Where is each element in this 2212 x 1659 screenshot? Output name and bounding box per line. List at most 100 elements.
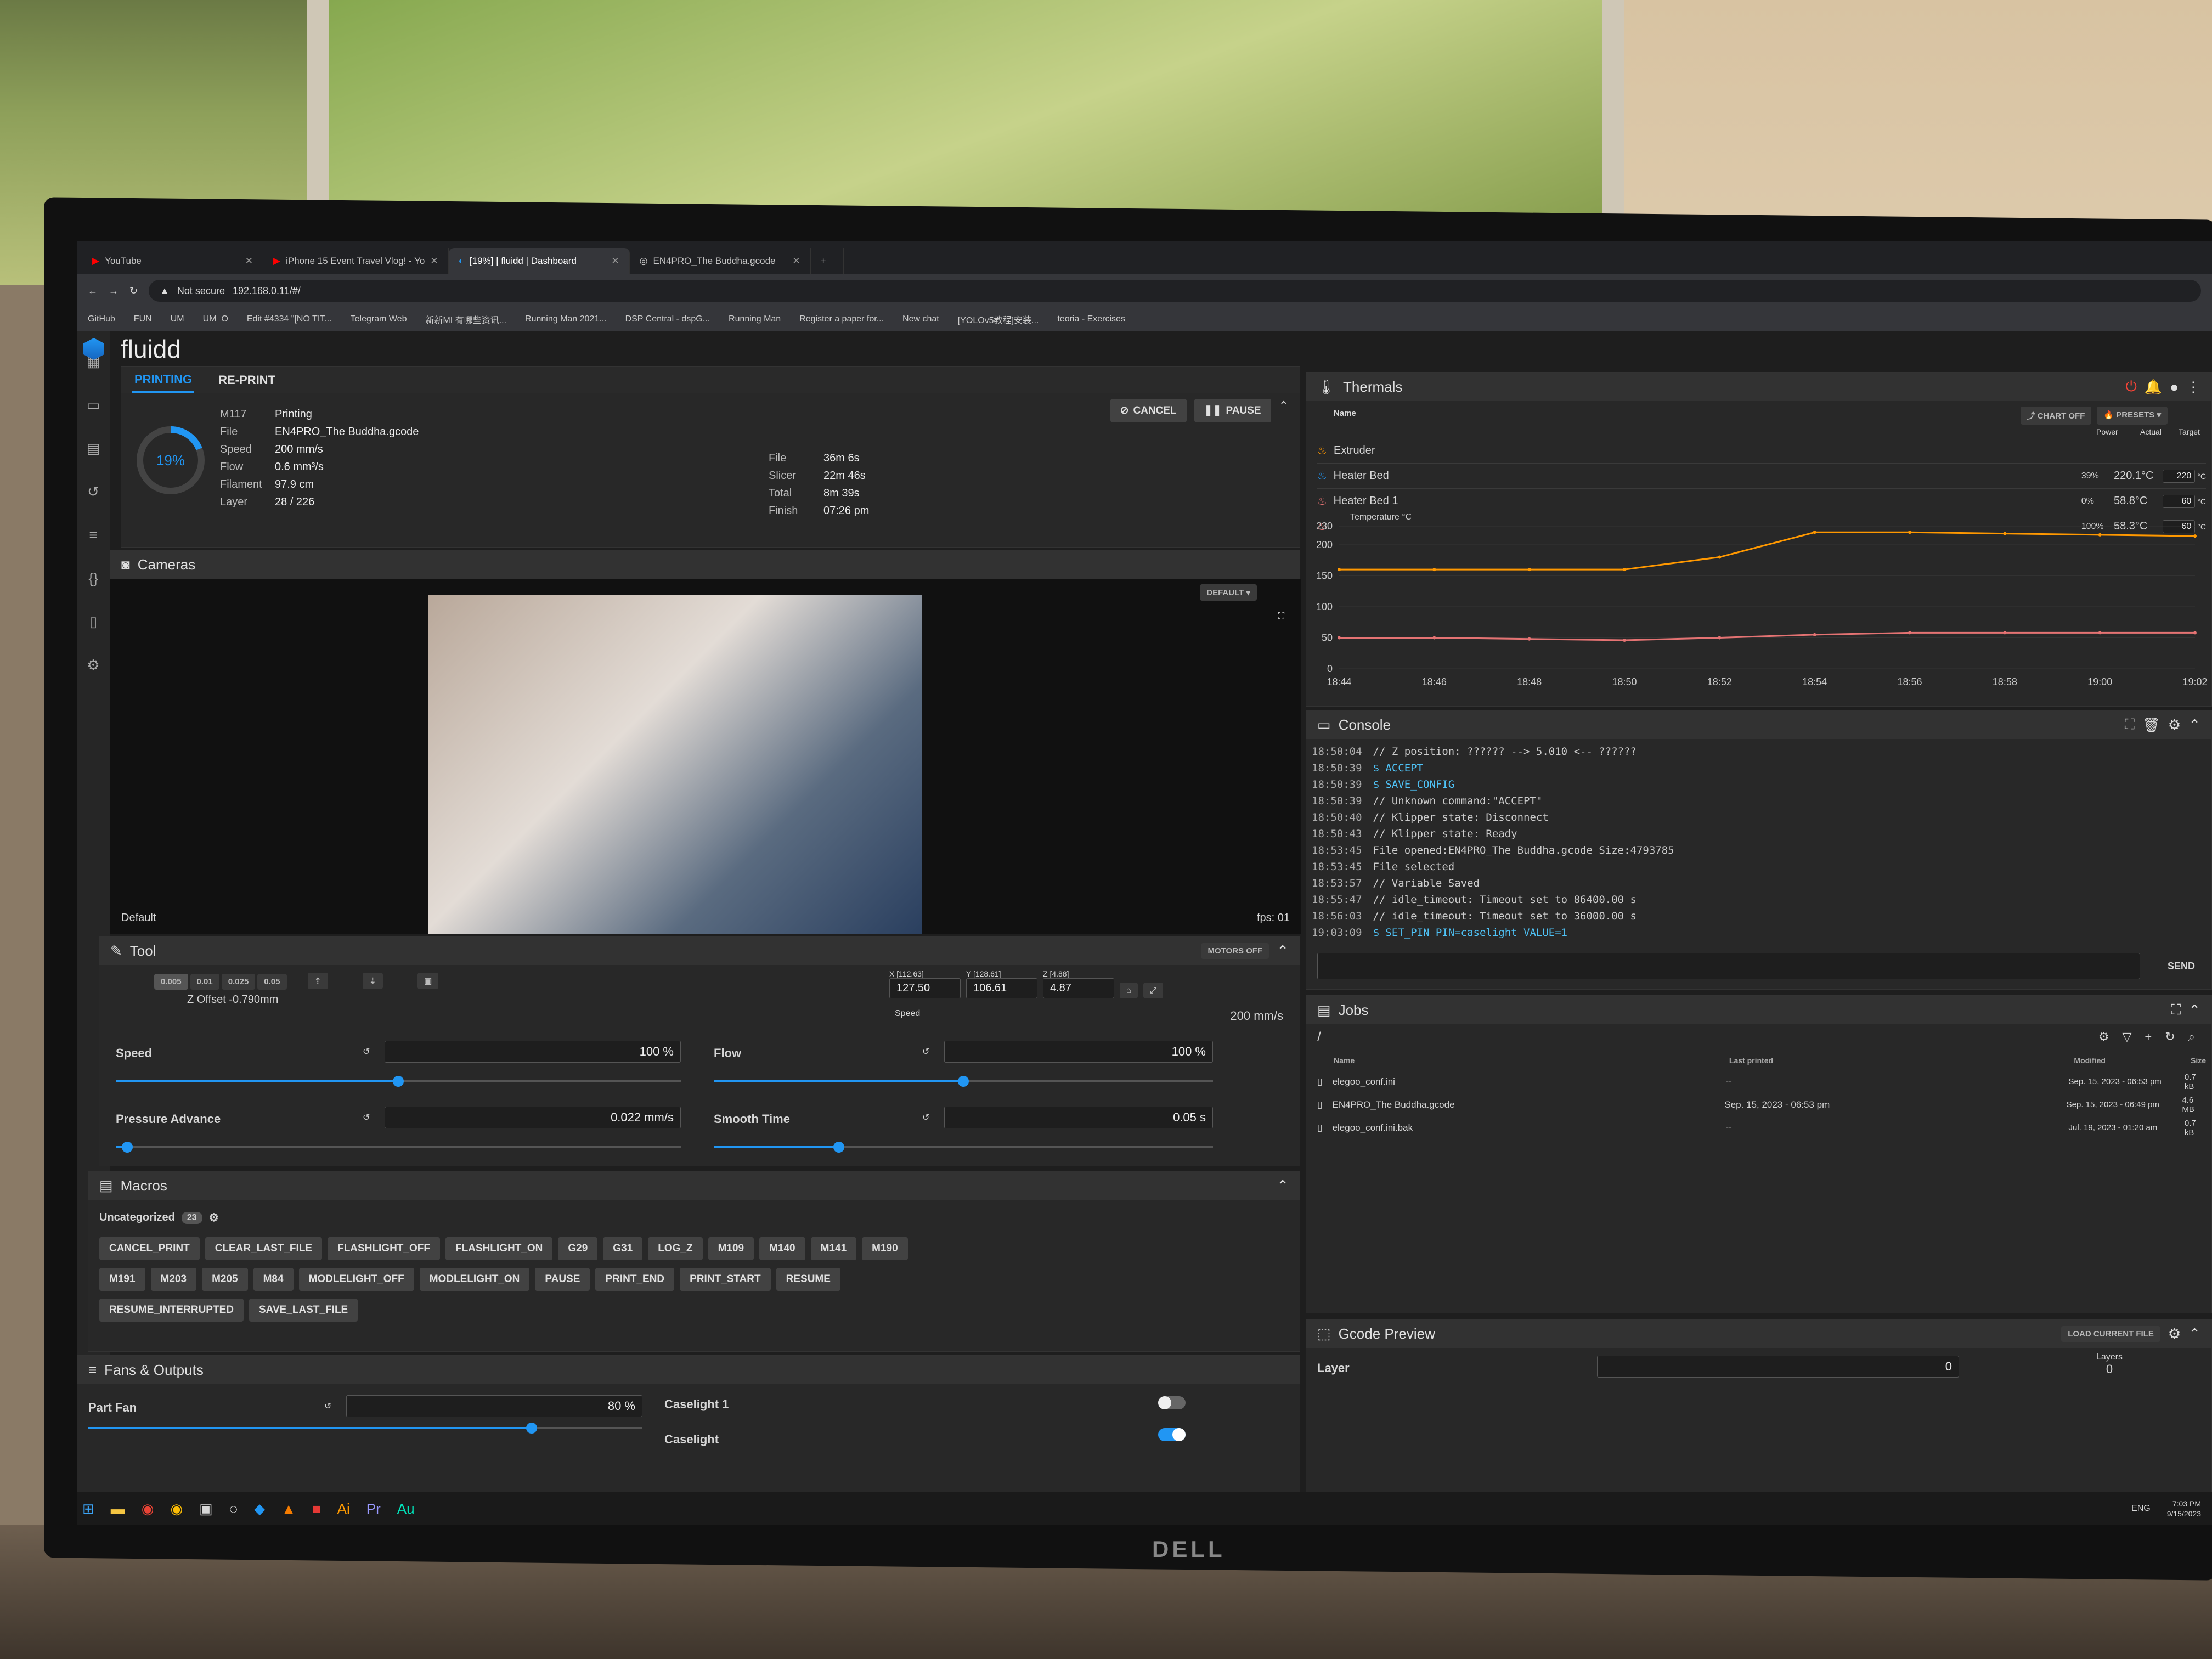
bookmark-item[interactable]: Running Man bbox=[729, 314, 781, 324]
table-row[interactable]: ▯ elegoo_conf.ini.bak -- Jul. 19, 2023 - 01… bbox=[1317, 1116, 2206, 1139]
move-button[interactable]: ⤢ bbox=[1143, 983, 1164, 998]
bookmark-item[interactable]: Edit #4334 "[NO TIT... bbox=[247, 314, 332, 324]
x-position-field[interactable]: 127.50 bbox=[889, 978, 961, 998]
macro-button[interactable]: SAVE_LAST_FILE bbox=[249, 1299, 358, 1322]
macro-button[interactable]: M203 bbox=[150, 1268, 197, 1291]
smooth-time-slider[interactable] bbox=[714, 1142, 1213, 1153]
slider-knob[interactable] bbox=[958, 1076, 969, 1087]
search-icon[interactable]: ⌕ bbox=[2188, 1030, 2195, 1044]
macro-button[interactable]: CANCEL_PRINT bbox=[99, 1237, 200, 1260]
macro-button[interactable]: M191 bbox=[99, 1268, 145, 1291]
col-size[interactable]: Size bbox=[2191, 1056, 2206, 1065]
audition-icon[interactable]: Au bbox=[397, 1500, 415, 1517]
heater-row[interactable]: ♨ Heater Bed 39% 220.1°C 220 °C bbox=[1317, 464, 2206, 489]
start-icon[interactable]: ⊞ bbox=[82, 1500, 94, 1517]
collapse-icon[interactable]: ⌃ bbox=[1277, 1177, 1289, 1194]
settings-icon[interactable]: ⚙ bbox=[2098, 1030, 2109, 1044]
console-message[interactable]: $ SET_PIN PIN=caselight VALUE=1 bbox=[1373, 924, 1568, 941]
console-input[interactable] bbox=[1317, 953, 2140, 979]
premiere-icon[interactable]: Pr bbox=[366, 1500, 381, 1517]
system-icon[interactable]: ▯ bbox=[89, 613, 97, 630]
chart-off-button[interactable]: ⤴ CHART OFF bbox=[2020, 407, 2092, 425]
z-down-button[interactable]: ⇣ bbox=[363, 973, 383, 989]
console-icon[interactable]: ▭ bbox=[87, 397, 100, 414]
add-icon[interactable]: + bbox=[2145, 1030, 2152, 1044]
bookmark-item[interactable]: UM_O bbox=[203, 314, 228, 324]
collapse-icon[interactable]: ⌃ bbox=[1277, 943, 1289, 960]
smooth-time-field[interactable]: 0.05 s bbox=[944, 1107, 1213, 1128]
close-icon[interactable]: ✕ bbox=[611, 256, 619, 267]
collapse-icon[interactable]: ⌃ bbox=[1279, 399, 1289, 422]
expand-icon[interactable]: ⛶ bbox=[2125, 716, 2135, 733]
home-button[interactable]: ⌂ bbox=[1120, 983, 1138, 998]
collapse-icon[interactable]: ⌃ bbox=[2188, 1002, 2200, 1019]
reset-icon[interactable]: ↺ bbox=[324, 1401, 331, 1412]
macro-button[interactable]: RESUME bbox=[776, 1268, 840, 1291]
flow-factor-slider[interactable] bbox=[714, 1076, 1213, 1087]
macro-button[interactable]: LOG_Z bbox=[648, 1237, 703, 1260]
history-icon[interactable]: ↺ bbox=[87, 483, 99, 500]
close-icon[interactable]: ✕ bbox=[792, 256, 800, 267]
console-message[interactable]: $ SAVE_CONFIG bbox=[1373, 776, 1455, 793]
config-icon[interactable]: {} bbox=[88, 570, 98, 587]
table-row[interactable]: ▯ EN4PRO_The Buddha.gcode Sep. 15, 2023 - … bbox=[1317, 1093, 2206, 1116]
bookmark-item[interactable]: 新新MI 有哪些资讯... bbox=[425, 313, 506, 326]
col-name[interactable]: Name bbox=[1317, 1056, 1729, 1065]
macro-button[interactable]: G31 bbox=[603, 1237, 643, 1260]
console-message[interactable]: $ ACCEPT bbox=[1373, 760, 1424, 776]
col-modified[interactable]: Modified bbox=[2074, 1056, 2191, 1065]
browser-tab[interactable]: ◎ EN4PRO_The Buddha.gcode ✕ bbox=[630, 248, 811, 274]
filter-icon[interactable]: ▽ bbox=[2122, 1030, 2131, 1044]
heater-row[interactable]: ♨ Extruder bbox=[1317, 438, 2206, 464]
gear-icon[interactable]: ⚙ bbox=[2168, 1325, 2181, 1342]
motors-off-button[interactable]: MOTORS OFF bbox=[1201, 943, 1269, 959]
collapse-icon[interactable]: ⌃ bbox=[2188, 716, 2200, 733]
bookmark-item[interactable]: DSP Central - dspG... bbox=[625, 314, 710, 324]
tab-reprint[interactable]: RE-PRINT bbox=[218, 373, 275, 387]
z-step-button[interactable]: 0.025 bbox=[221, 974, 256, 990]
macro-button[interactable]: M205 bbox=[202, 1268, 248, 1291]
presets-button[interactable]: 🔥 PRESETS ▾ bbox=[2097, 407, 2168, 425]
bookmark-item[interactable]: Register a paper for... bbox=[799, 314, 884, 324]
send-button[interactable]: SEND bbox=[2168, 961, 2195, 972]
reset-icon[interactable]: ↺ bbox=[363, 1112, 370, 1123]
caselight1-toggle[interactable] bbox=[1158, 1396, 1186, 1409]
browser-tab[interactable]: ▶ iPhone 15 Event Travel Vlog! - Yo ✕ bbox=[263, 248, 449, 274]
y-position-field[interactable]: 106.61 bbox=[966, 978, 1037, 998]
pressure-advance-field[interactable]: 0.022 mm/s bbox=[385, 1107, 681, 1128]
col-last-printed[interactable]: Last printed bbox=[1729, 1056, 2074, 1065]
close-icon[interactable]: ✕ bbox=[245, 256, 253, 267]
reset-icon[interactable]: ↺ bbox=[922, 1112, 929, 1123]
macro-button[interactable]: FLASHLIGHT_OFF bbox=[328, 1237, 440, 1260]
bookmark-item[interactable]: GitHub bbox=[88, 314, 115, 324]
illustrator-icon[interactable]: Ai bbox=[337, 1500, 350, 1517]
app-icon[interactable]: ◌ bbox=[229, 1500, 238, 1517]
heater-target-field[interactable]: 60 bbox=[2162, 494, 2196, 508]
macro-button[interactable]: RESUME_INTERRUPTED bbox=[99, 1299, 244, 1322]
expand-icon[interactable]: ⛶ bbox=[2171, 1001, 2181, 1019]
z-step-button[interactable]: 0.05 bbox=[257, 974, 287, 990]
table-row[interactable]: ▯ elegoo_conf.ini -- Sep. 15, 2023 - 06:53 … bbox=[1317, 1070, 2206, 1093]
gear-icon[interactable]: ⚙ bbox=[209, 1211, 219, 1224]
macro-button[interactable]: M84 bbox=[253, 1268, 294, 1291]
caselight-toggle[interactable] bbox=[1158, 1428, 1186, 1441]
power-icon[interactable]: ⏻ bbox=[2125, 378, 2137, 396]
reset-icon[interactable]: ↺ bbox=[922, 1046, 929, 1057]
reset-icon[interactable]: ↺ bbox=[363, 1046, 370, 1057]
macro-button[interactable]: M109 bbox=[708, 1237, 754, 1260]
macro-button[interactable]: CLEAR_LAST_FILE bbox=[205, 1237, 323, 1260]
file-explorer-icon[interactable]: ▬ bbox=[111, 1500, 125, 1517]
speed-factor-field[interactable]: 100 % bbox=[385, 1041, 681, 1063]
slider-knob[interactable] bbox=[526, 1423, 537, 1434]
macro-button[interactable]: FLASHLIGHT_ON bbox=[445, 1237, 553, 1260]
macro-button[interactable]: G29 bbox=[558, 1237, 598, 1260]
app-icon[interactable]: ■ bbox=[312, 1500, 321, 1517]
browser-tab-active[interactable]: ◐ [19%] | fluidd | Dashboard ✕ bbox=[448, 248, 630, 274]
bookmark-item[interactable]: teoria - Exercises bbox=[1057, 314, 1125, 324]
part-fan-slider[interactable] bbox=[88, 1423, 642, 1434]
part-fan-field[interactable]: 80 % bbox=[346, 1395, 642, 1417]
tune-icon[interactable]: ≡ bbox=[89, 527, 97, 544]
macro-button[interactable]: M190 bbox=[862, 1237, 908, 1260]
load-current-file-button[interactable]: LOAD CURRENT FILE bbox=[2061, 1325, 2160, 1342]
z-save-button[interactable]: ▣ bbox=[417, 973, 439, 989]
